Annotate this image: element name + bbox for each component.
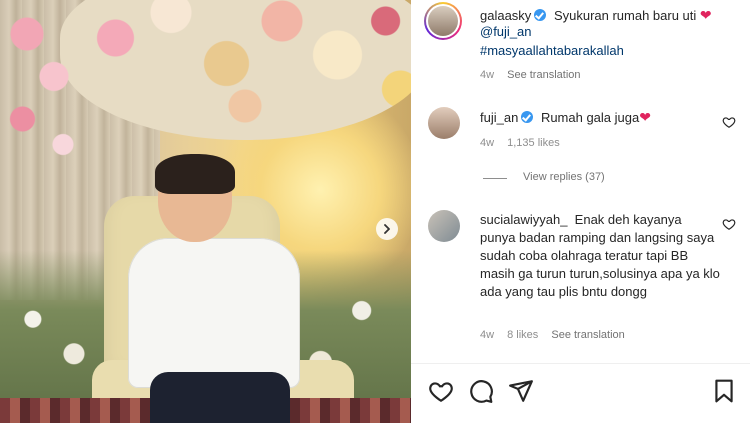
caption-text: Syukuran rumah baru uti	[553, 8, 697, 23]
photo-child-pants	[150, 372, 290, 423]
photo-flowers-left	[0, 0, 90, 170]
comment-time: 4w	[480, 329, 495, 341]
commenter-avatar[interactable]	[428, 210, 460, 242]
caption-meta: 4w See translation	[480, 69, 581, 81]
heart-outline-icon[interactable]	[722, 217, 736, 231]
caption-hashtag[interactable]: #masyaallahtabarakallah	[480, 42, 624, 60]
paper-plane-icon[interactable]	[508, 378, 534, 404]
comment-body: sucialawiyyah_ Enak deh kayanya punya ba…	[480, 211, 720, 301]
heart-outline-icon[interactable]	[722, 115, 736, 129]
caption-see-translation[interactable]: See translation	[507, 69, 580, 81]
verified-badge-icon	[521, 111, 534, 123]
comment-meta: 4w 1,135 likes	[480, 137, 560, 149]
post-photo[interactable]	[0, 0, 411, 423]
verified-badge-icon	[534, 9, 547, 21]
comment-see-translation[interactable]: See translation	[551, 329, 624, 341]
red-heart-emoji: ❤	[699, 7, 712, 23]
author-username[interactable]: galaasky	[480, 8, 531, 23]
bookmark-icon[interactable]	[711, 378, 737, 404]
heart-outline-icon[interactable]	[428, 378, 454, 404]
caption-mention[interactable]: @fuji_an	[480, 23, 532, 41]
comment-likes[interactable]: 8 likes	[507, 329, 538, 341]
red-heart-emoji: ❤	[639, 109, 651, 125]
comment-icon[interactable]	[468, 378, 494, 404]
comment-likes[interactable]: 1,135 likes	[507, 137, 560, 149]
comment-username[interactable]: sucialawiyyah_	[480, 212, 567, 227]
replies-divider	[483, 178, 507, 179]
comment-username[interactable]: fuji_an	[480, 110, 518, 125]
author-avatar[interactable]	[428, 6, 458, 36]
photo-child-shirt	[128, 238, 300, 388]
caption-time: 4w	[480, 69, 495, 81]
commenter-avatar[interactable]	[428, 107, 460, 139]
carousel-next-button[interactable]	[376, 218, 398, 240]
actions-divider	[411, 363, 750, 364]
chevron-right-icon	[384, 224, 390, 234]
comment-text: Rumah gala juga	[540, 110, 640, 125]
comment-meta: 4w 8 likes See translation	[480, 329, 625, 341]
comment-time: 4w	[480, 137, 495, 149]
comment-line: fuji_an Rumah gala juga❤	[480, 108, 651, 127]
photo-child-hair	[155, 154, 235, 194]
view-replies-link[interactable]: View replies (37)	[523, 171, 605, 183]
